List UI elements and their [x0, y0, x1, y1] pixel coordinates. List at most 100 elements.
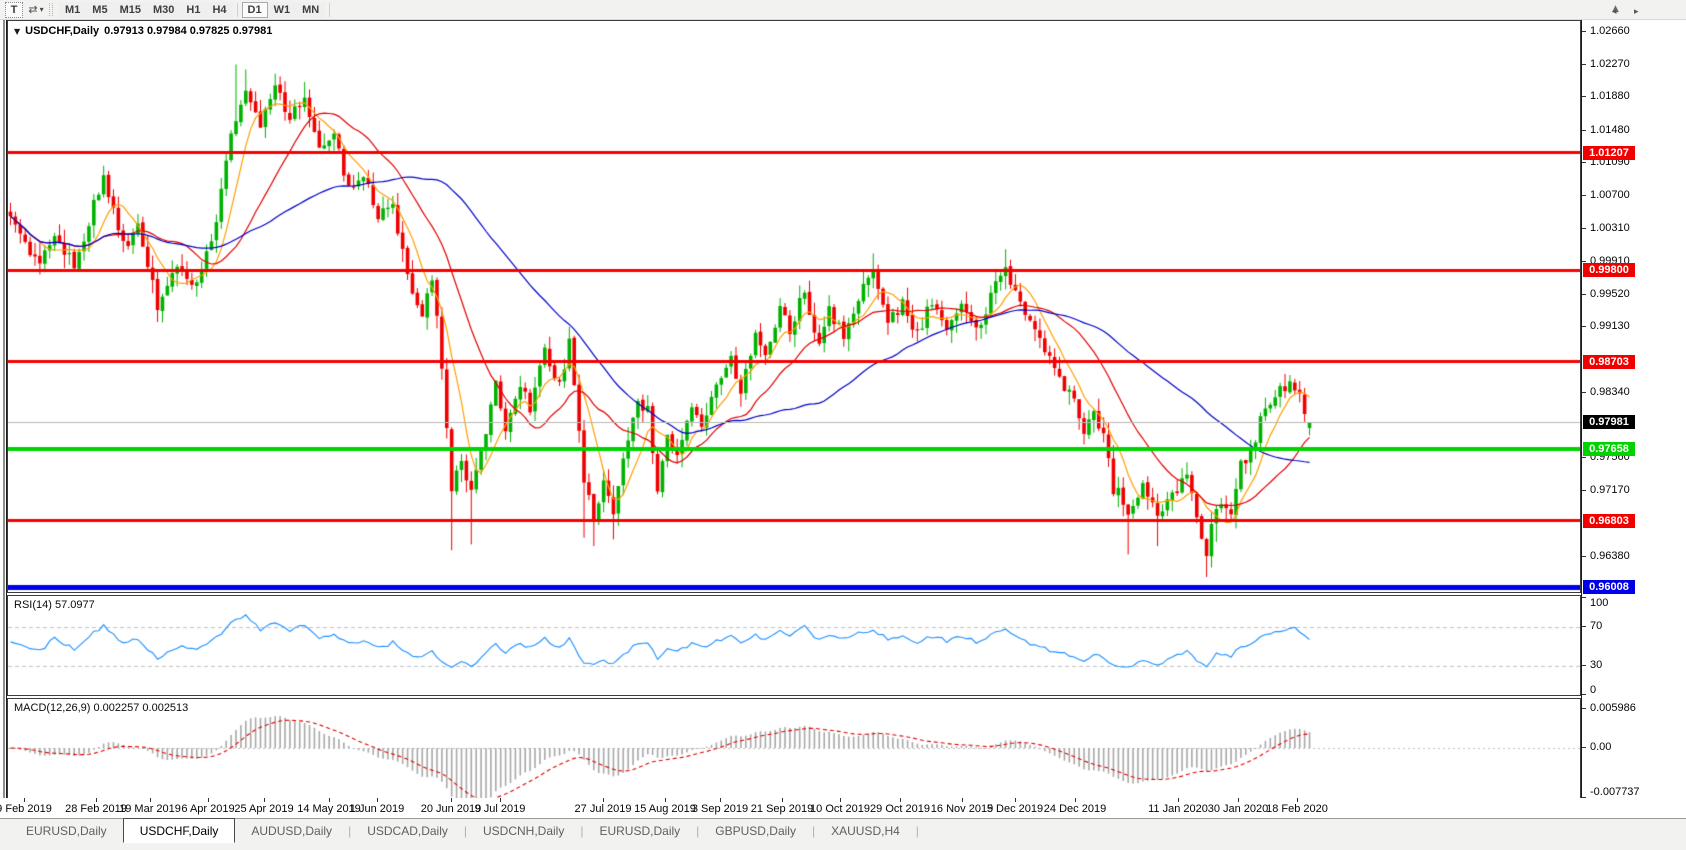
date-axis-tick — [1075, 798, 1076, 802]
price-line-badge: 0.96008 — [1583, 580, 1635, 594]
chevron-down-icon: ▾ — [40, 5, 44, 14]
rsi-pane: RSI(14) 57.0977 — [7, 595, 1581, 696]
date-axis-label: 18 Feb 2020 — [1266, 803, 1328, 815]
rsi-axis-tick — [1582, 626, 1586, 627]
arrange-windows-icon: ⇄ — [28, 3, 37, 16]
tab-scroll-left-button[interactable]: ◂ — [1612, 7, 1617, 17]
main-chart-pane: ▼ USDCHF,Daily 0.97913 0.97984 0.97825 0… — [7, 20, 1581, 593]
timeframe-button-h4[interactable]: H4 — [206, 2, 232, 18]
date-axis-label: 25 Apr 2019 — [234, 803, 293, 815]
tab-gbpusd-daily[interactable]: GBPUSD,Daily — [699, 819, 812, 843]
macd-axis-label: 0.005986 — [1590, 702, 1636, 714]
rsi-label: RSI(14) 57.0977 — [14, 599, 95, 611]
macd-axis-tick — [1582, 747, 1586, 748]
tab-eurusd-daily[interactable]: EURUSD,Daily — [583, 819, 696, 843]
timeframe-button-m1[interactable]: M1 — [59, 2, 86, 18]
price-axis-label: 1.02660 — [1590, 25, 1630, 37]
date-axis-label: 3 Sep 2019 — [692, 803, 748, 815]
window-left-frame — [0, 20, 7, 843]
date-axis-label: 5 Dec 2019 — [987, 803, 1043, 815]
tab-audusd-daily[interactable]: AUDUSD,Daily — [235, 819, 348, 843]
date-axis-label: 6 Apr 2019 — [181, 803, 234, 815]
macd-canvas[interactable] — [8, 699, 1580, 798]
date-axis-tick — [208, 798, 209, 802]
date-axis-label: 11 Jan 2020 — [1148, 803, 1208, 815]
price-axis-tick — [1582, 294, 1586, 295]
tab-xauusd-h4[interactable]: XAUUSD,H4 — [815, 819, 916, 843]
date-axis-label: 1 Jun 2019 — [350, 803, 404, 815]
price-axis-label: 0.96380 — [1590, 550, 1630, 562]
timeframe-toolbar: M1M5M15M30H1H4 D1W1MN — [59, 2, 334, 18]
tab-scroll-right-button[interactable]: ▸ — [1634, 7, 1639, 17]
macd-axis-label: 0.00 — [1590, 741, 1611, 753]
rsi-axis-label: 100 — [1590, 597, 1608, 609]
price-axis-tick — [1582, 326, 1586, 327]
top-toolbar: T ⇄ ▾ M1M5M15M30H1H4D1W1MN ▲ — [0, 0, 1686, 20]
chart-symbol-label: USDCHF,Daily — [25, 25, 99, 37]
rsi-canvas[interactable] — [8, 596, 1580, 695]
price-axis-label: 0.99520 — [1590, 288, 1630, 300]
price-axis-label: 1.00700 — [1590, 189, 1630, 201]
toolbar-separator — [329, 3, 330, 17]
rsi-axis-label: 70 — [1590, 620, 1602, 632]
timeframe-button-m30[interactable]: M30 — [147, 2, 180, 18]
date-axis-tick — [720, 798, 721, 802]
price-axis-tick — [1582, 96, 1586, 97]
tab-usdcnh-daily[interactable]: USDCNH,Daily — [467, 819, 580, 843]
price-line-badge: 0.97981 — [1583, 415, 1635, 429]
date-axis-tick — [500, 798, 501, 802]
price-line-badge: 0.97658 — [1583, 442, 1635, 456]
price-axis-tick — [1582, 556, 1586, 557]
main-chart-canvas[interactable] — [8, 22, 1580, 592]
price-line-badge: 0.99800 — [1583, 263, 1635, 277]
date-axis-label: 20 Jun 2019 — [421, 803, 482, 815]
date-axis-tick — [840, 798, 841, 802]
toolbar-drag-handle[interactable] — [49, 3, 53, 16]
date-axis-tick — [150, 798, 151, 802]
chart-ohlc-label: 0.97913 0.97984 0.97825 0.97981 — [104, 25, 272, 37]
date-axis-tick — [1015, 798, 1016, 802]
date-axis-tick — [603, 798, 604, 802]
text-tool-button[interactable]: T — [5, 2, 23, 18]
date-axis-label: 21 Sep 2019 — [751, 803, 813, 815]
collapse-arrow-icon[interactable]: ▼ — [14, 27, 20, 36]
mt4-terminal: T ⇄ ▾ M1M5M15M30H1H4D1W1MN ▲ ▼ USDCHF,Da… — [0, 0, 1686, 850]
timeframe-button-h1[interactable]: H1 — [180, 2, 206, 18]
timeframe-button-m5[interactable]: M5 — [86, 2, 113, 18]
date-axis[interactable]: 9 Feb 201928 Feb 201919 Mar 20196 Apr 20… — [0, 798, 1686, 818]
rsi-axis-label: 0 — [1590, 684, 1596, 696]
price-axis-label: 1.00310 — [1590, 222, 1630, 234]
price-axis[interactable]: 1.026601.022701.018801.014801.010901.007… — [1581, 20, 1686, 798]
date-axis-tick — [96, 798, 97, 802]
date-axis-label: 24 Dec 2019 — [1044, 803, 1106, 815]
arrange-windows-button[interactable]: ⇄ ▾ — [27, 2, 45, 18]
rsi-axis-tick — [1582, 665, 1586, 666]
price-axis-tick — [1582, 490, 1586, 491]
tab-usdchf-daily[interactable]: USDCHF,Daily — [123, 818, 236, 843]
status-strip — [0, 843, 1686, 850]
price-axis-tick — [1582, 228, 1586, 229]
date-axis-tick — [24, 798, 25, 802]
price-line-badge: 0.98703 — [1583, 355, 1635, 369]
date-axis-label: 28 Feb 2019 — [65, 803, 127, 815]
tab-eurusd-daily[interactable]: EURUSD,Daily — [10, 819, 123, 843]
price-line-badge: 1.01207 — [1583, 146, 1635, 160]
rsi-axis-label: 30 — [1590, 659, 1602, 671]
rsi-axis-tick — [1582, 694, 1586, 695]
date-axis-label: 27 Jul 2019 — [575, 803, 632, 815]
date-axis-tick — [1238, 798, 1239, 802]
date-axis-label: 16 Nov 2019 — [931, 803, 993, 815]
tab-usdcad-daily[interactable]: USDCAD,Daily — [351, 819, 464, 843]
date-axis-tick — [1297, 798, 1298, 802]
date-axis-tick — [962, 798, 963, 802]
timeframe-button-w1[interactable]: W1 — [268, 2, 297, 18]
price-axis-tick — [1582, 130, 1586, 131]
timeframe-button-m15[interactable]: M15 — [114, 2, 147, 18]
timeframe-button-mn[interactable]: MN — [296, 2, 325, 18]
date-axis-label: 9 Jul 2019 — [475, 803, 526, 815]
price-axis-tick — [1582, 31, 1586, 32]
timeframe-button-d1[interactable]: D1 — [242, 2, 268, 18]
date-axis-label: 29 Oct 2019 — [870, 803, 930, 815]
date-axis-label: 9 Feb 2019 — [0, 803, 52, 815]
macd-pane: MACD(12,26,9) 0.002257 0.002513 — [7, 698, 1581, 799]
